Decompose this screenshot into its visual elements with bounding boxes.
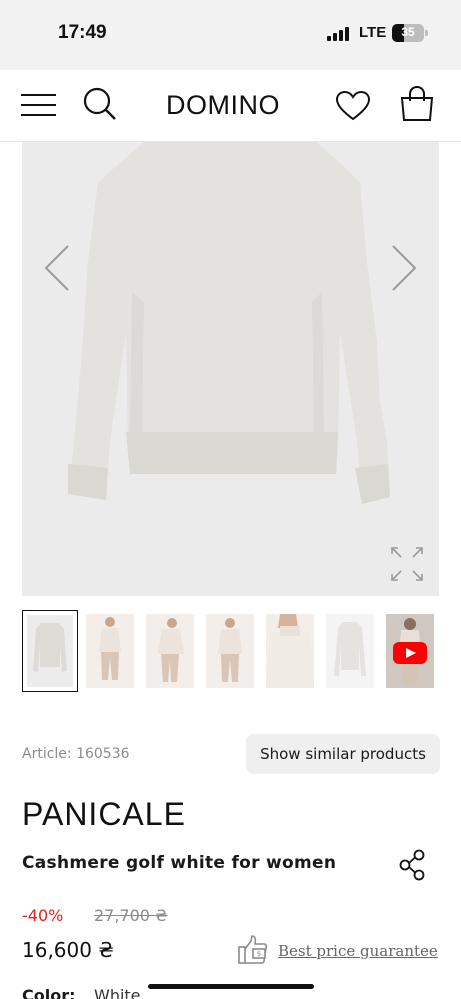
svg-text:$: $ — [257, 950, 261, 958]
chevron-right-icon[interactable] — [391, 244, 417, 292]
signal-icon — [327, 27, 351, 41]
current-price: 16,600 ₴ — [22, 938, 114, 962]
search-icon[interactable] — [83, 87, 117, 121]
status-time: 17:49 — [58, 22, 107, 43]
share-icon[interactable] — [399, 849, 427, 881]
product-brand[interactable]: PANICALE — [22, 796, 186, 833]
site-logo[interactable]: DOMINO — [166, 90, 280, 121]
thumbnail-strip — [22, 610, 439, 692]
expand-icon[interactable] — [390, 546, 424, 582]
battery-level: 35 — [401, 25, 415, 39]
best-price-guarantee-link[interactable]: Best price guarantee — [278, 942, 438, 960]
show-similar-button[interactable]: Show similar products — [246, 734, 440, 774]
heart-icon[interactable] — [336, 91, 370, 121]
old-price: 27,700 ₴ — [94, 906, 168, 925]
thumbnail-4[interactable] — [206, 614, 254, 688]
thumbnail-5[interactable] — [266, 614, 314, 688]
network-type: LTE — [359, 24, 387, 41]
thumbnail-6[interactable] — [326, 614, 374, 688]
discount-badge: -40% — [22, 906, 64, 925]
product-name: Cashmere golf white for women — [22, 853, 337, 873]
thumbs-up-price-icon[interactable]: $ — [238, 935, 270, 965]
menu-icon[interactable] — [21, 93, 57, 117]
chevron-left-icon[interactable] — [44, 244, 70, 292]
bag-icon[interactable] — [400, 86, 434, 122]
article-number: Article: 160536 — [22, 746, 130, 762]
product-gallery[interactable] — [22, 142, 439, 596]
thumbnail-1[interactable] — [22, 610, 78, 692]
thumbnail-2[interactable] — [86, 614, 134, 688]
battery-tip — [425, 30, 428, 36]
youtube-play-icon[interactable] — [393, 642, 427, 664]
home-indicator[interactable] — [148, 984, 314, 989]
battery-icon: 35 — [392, 24, 424, 42]
product-image — [68, 142, 390, 504]
status-bar: 17:49 LTE 35 — [0, 0, 461, 70]
thumbnail-3[interactable] — [146, 614, 194, 688]
site-header: DOMINO — [0, 70, 461, 142]
color-label: Color: — [22, 986, 76, 999]
color-value: White — [94, 986, 141, 999]
thumbnail-video[interactable] — [386, 614, 434, 688]
